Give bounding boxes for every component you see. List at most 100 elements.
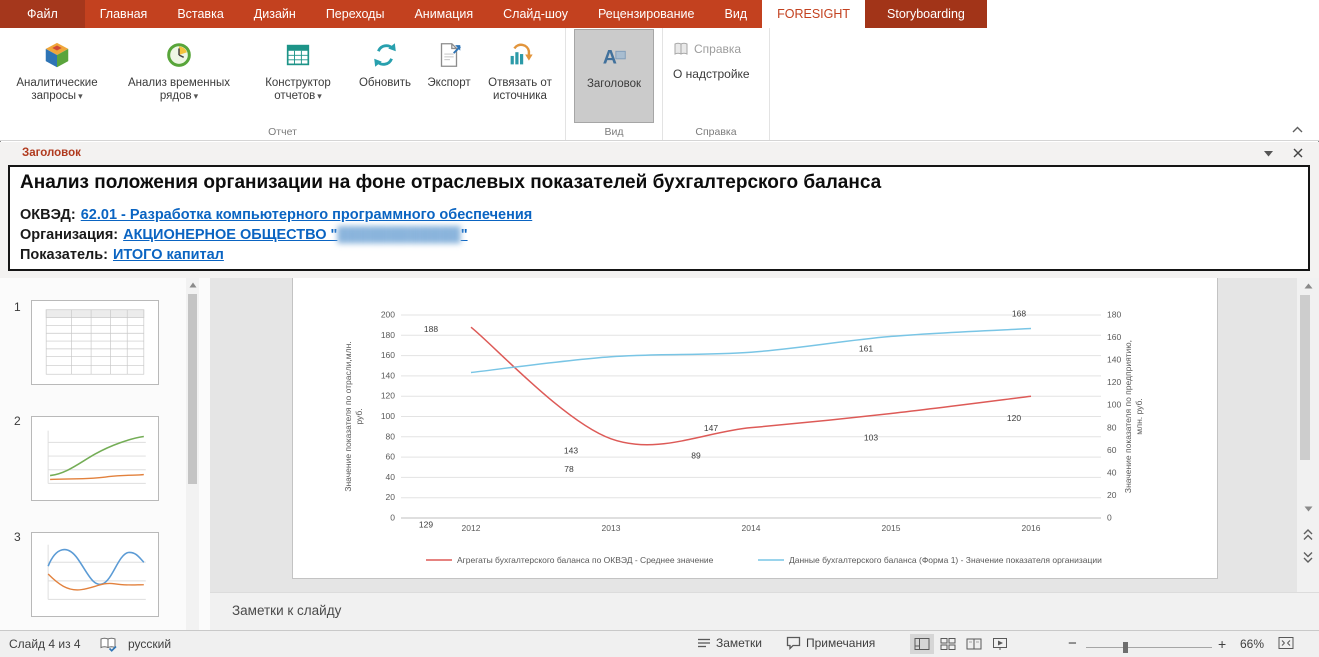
help-book-icon xyxy=(673,41,689,57)
svg-text:100: 100 xyxy=(1107,400,1121,410)
tab-transitions[interactable]: Переходы xyxy=(311,0,400,28)
tab-slideshow[interactable]: Слайд-шоу xyxy=(488,0,583,28)
svg-text:руб.: руб. xyxy=(354,408,364,424)
thumbnails-scrollbar-thumb[interactable] xyxy=(188,294,197,484)
ribbon: Аналитические запросы▾ Анализ временных … xyxy=(0,28,1319,141)
svg-text:120: 120 xyxy=(381,391,395,401)
tab-view[interactable]: Вид xyxy=(709,0,762,28)
svg-text:188: 188 xyxy=(424,324,438,334)
svg-text:160: 160 xyxy=(1107,332,1121,342)
svg-text:2015: 2015 xyxy=(882,523,901,533)
slide-chart[interactable]: 0204060801001201401601802000204060801001… xyxy=(293,278,1219,579)
scroll-down-button[interactable] xyxy=(1303,506,1313,512)
organization-link[interactable]: АКЦИОНЕРНОЕ ОБЩЕСТВО "████████████" xyxy=(123,227,467,243)
tab-storyboarding[interactable]: Storyboarding xyxy=(865,0,987,28)
svg-text:180: 180 xyxy=(1107,310,1121,320)
svg-text:2012: 2012 xyxy=(462,523,481,533)
slide-2-thumbnail[interactable] xyxy=(31,416,159,501)
notes-icon xyxy=(697,636,711,650)
spellcheck-icon[interactable] xyxy=(100,637,117,652)
thumbnails-scroll-up-button[interactable] xyxy=(188,282,197,288)
export-button[interactable]: Экспорт xyxy=(420,28,478,124)
svg-text:Значение показателя по предпри: Значение показателя по предприятию, xyxy=(1123,340,1133,493)
slideshow-view-button[interactable] xyxy=(988,634,1012,654)
indicator-link[interactable]: ИТОГО капитал xyxy=(113,247,224,263)
comments-toggle-button[interactable]: Примечания xyxy=(786,636,875,650)
tab-insert[interactable]: Вставка xyxy=(162,0,238,28)
scroll-up-button[interactable] xyxy=(1303,283,1313,289)
slide-thumbnails-pane: 1 2 3 xyxy=(0,278,210,630)
report-builder-icon xyxy=(282,39,314,71)
svg-text:80: 80 xyxy=(386,431,396,441)
svg-text:140: 140 xyxy=(1107,355,1121,365)
svg-text:2014: 2014 xyxy=(742,523,761,533)
tab-home[interactable]: Главная xyxy=(85,0,163,28)
tab-file[interactable]: Файл xyxy=(0,0,85,28)
export-icon xyxy=(433,39,465,71)
svg-text:120: 120 xyxy=(1007,413,1021,423)
okved-row: ОКВЭД: 62.01 - Разработка компьютерного п… xyxy=(20,205,1298,225)
powerpoint-window: Файл Главная Вставка Дизайн Переходы Ани… xyxy=(0,0,1319,657)
title-pane: Заголовок Анализ положения организации н… xyxy=(0,142,1319,278)
refresh-icon xyxy=(369,39,401,71)
fit-to-window-icon xyxy=(1278,636,1294,650)
tab-review[interactable]: Рецензирование xyxy=(583,0,710,28)
time-series-button[interactable]: Анализ временных рядов▾ xyxy=(112,28,246,124)
organization-label: Организация: xyxy=(20,227,118,243)
svg-text:160: 160 xyxy=(381,350,395,360)
notes-placeholder: Заметки к слайду xyxy=(232,603,341,618)
ribbon-tab-bar: Файл Главная Вставка Дизайн Переходы Ани… xyxy=(0,0,1319,28)
language-indicator[interactable]: русский xyxy=(128,637,171,651)
main-scrollbar-thumb[interactable] xyxy=(1300,295,1310,460)
notes-pane[interactable]: Заметки к слайду xyxy=(210,592,1319,630)
svg-text:Агрегаты бухгалтерского баланс: Агрегаты бухгалтерского баланса по ОКВЭД… xyxy=(457,555,714,565)
collapse-ribbon-button[interactable] xyxy=(1288,122,1306,136)
svg-text:180: 180 xyxy=(381,330,395,340)
tab-animation[interactable]: Анимация xyxy=(399,0,488,28)
notes-toggle-button[interactable]: Заметки xyxy=(697,636,762,650)
fit-to-window-button[interactable] xyxy=(1278,636,1294,650)
svg-text:0: 0 xyxy=(390,513,395,523)
refresh-button[interactable]: Обновить xyxy=(350,28,420,124)
zoom-slider-thumb[interactable] xyxy=(1123,642,1128,653)
slide-sorter-view-button[interactable] xyxy=(936,634,960,654)
okved-link[interactable]: 62.01 - Разработка компьютерного програм… xyxy=(81,207,533,223)
slide-2-preview xyxy=(32,417,158,500)
next-slide-button[interactable] xyxy=(1297,547,1319,567)
close-icon xyxy=(1293,148,1303,158)
dropdown-icon: ▾ xyxy=(194,91,199,101)
previous-slide-button[interactable] xyxy=(1297,525,1319,545)
slide-1-thumbnail[interactable] xyxy=(31,300,159,385)
normal-view-button[interactable] xyxy=(910,634,934,654)
slide-1-preview xyxy=(32,301,158,384)
current-slide[interactable]: 0204060801001201401601802000204060801001… xyxy=(292,278,1218,579)
okved-label: ОКВЭД: xyxy=(20,207,76,223)
unlink-from-source-button[interactable]: Отвязать от источника xyxy=(478,28,562,124)
pane-options-button[interactable] xyxy=(1264,151,1273,157)
about-addin-button[interactable]: О надстройке xyxy=(673,67,750,81)
tab-foresight[interactable]: FORESIGHT xyxy=(762,0,865,28)
ribbon-group-label-report: Отчет xyxy=(0,126,565,138)
pane-close-button[interactable] xyxy=(1293,148,1303,158)
tab-design[interactable]: Дизайн xyxy=(239,0,311,28)
help-button[interactable]: Справка xyxy=(673,41,741,57)
report-heading: Анализ положения организации на фоне отр… xyxy=(20,172,1298,194)
zoom-level[interactable]: 66% xyxy=(1240,637,1264,651)
zoom-in-button[interactable]: + xyxy=(1218,636,1226,652)
unlink-icon xyxy=(504,39,536,71)
reading-view-button[interactable] xyxy=(962,634,986,654)
svg-text:103: 103 xyxy=(864,432,878,442)
thumbnails-scrollbar[interactable] xyxy=(186,278,199,630)
normal-view-icon xyxy=(914,637,930,651)
title-toggle-button[interactable]: A Заголовок xyxy=(574,29,654,123)
redacted-organization-name: ████████████ xyxy=(337,227,460,243)
ribbon-group-view: A Заголовок Вид xyxy=(566,28,663,140)
report-builder-button[interactable]: Конструктор отчетов▾ xyxy=(246,28,350,124)
zoom-out-button[interactable]: − xyxy=(1068,635,1077,652)
slide-3-thumbnail[interactable] xyxy=(31,532,159,617)
analytical-queries-button[interactable]: Аналитические запросы▾ xyxy=(2,28,112,124)
indicator-label: Показатель: xyxy=(20,247,108,263)
view-switcher xyxy=(910,634,1012,654)
zoom-slider[interactable] xyxy=(1086,647,1212,648)
comments-icon xyxy=(786,636,801,650)
